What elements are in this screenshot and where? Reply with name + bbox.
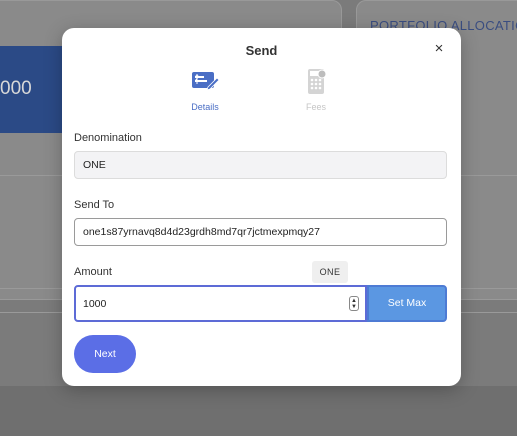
close-icon: × <box>434 40 444 57</box>
step-label: Details <box>191 102 219 112</box>
step-fees[interactable]: Fees <box>286 68 346 112</box>
denomination-label: Denomination <box>74 132 142 144</box>
number-stepper-icon[interactable]: ▲ ▼ <box>349 296 359 311</box>
denomination-field: ONE <box>74 151 447 179</box>
amount-field: ▲▼ <box>74 285 367 322</box>
payment-form-icon <box>192 72 220 91</box>
modal-title: Send <box>245 43 278 58</box>
currency-chip: ONE <box>312 261 348 283</box>
amount-label: Amount <box>74 266 112 278</box>
send-modal: Send × Details Fees Denomination ONE Sen… <box>62 28 461 386</box>
send-to-label: Send To <box>74 199 115 211</box>
set-max-button[interactable]: Set Max <box>367 285 447 322</box>
step-label: Fees <box>305 102 326 112</box>
close-button[interactable]: × <box>431 41 447 57</box>
calculator-icon <box>308 69 327 94</box>
send-to-input[interactable] <box>74 218 447 246</box>
amount-input[interactable] <box>76 287 346 320</box>
step-details[interactable]: Details <box>175 68 235 112</box>
next-button[interactable]: Next <box>74 335 136 373</box>
background-balance-text: 000 <box>0 78 32 99</box>
background-footer <box>0 386 517 436</box>
